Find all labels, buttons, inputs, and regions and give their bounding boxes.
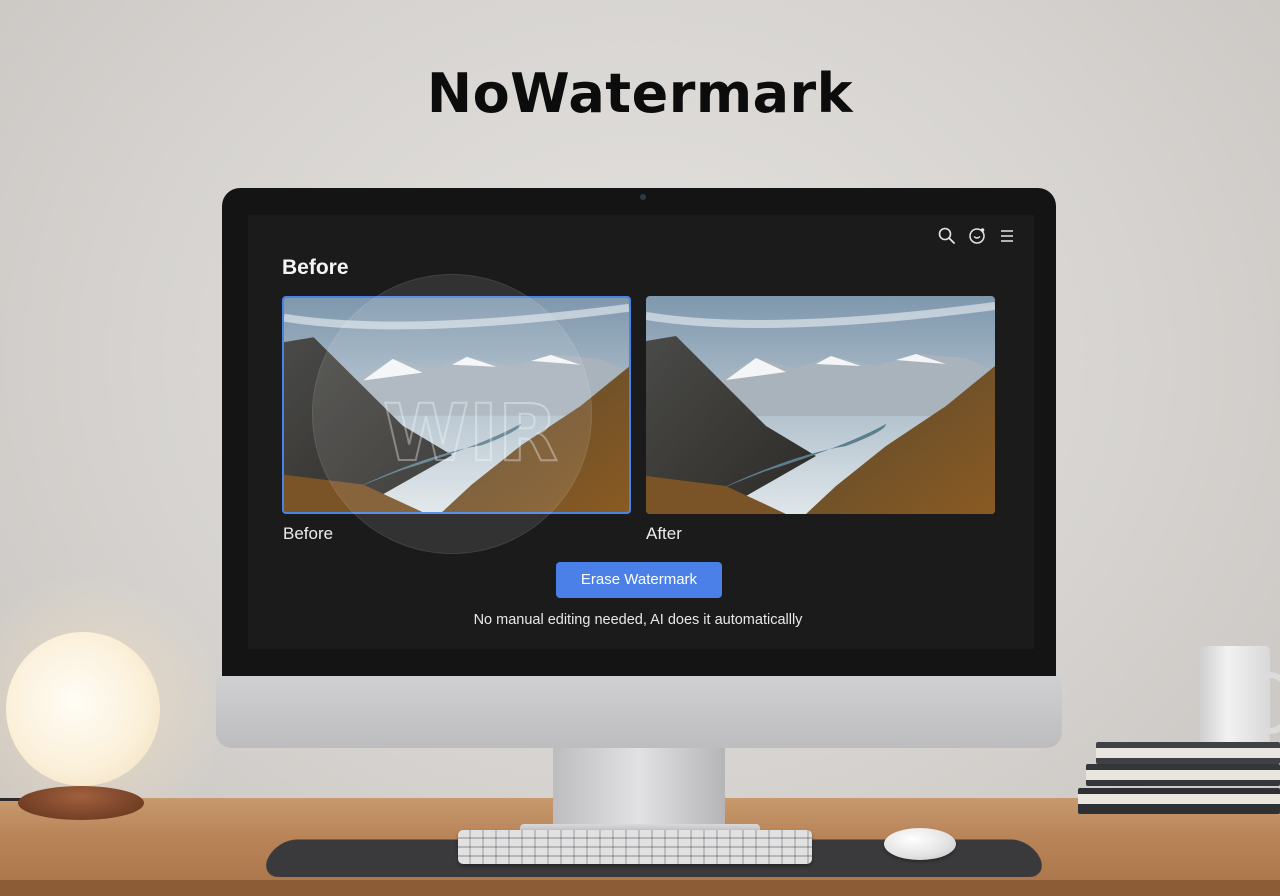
mug bbox=[1200, 646, 1270, 750]
camera-icon bbox=[640, 194, 646, 200]
search-icon[interactable] bbox=[937, 226, 957, 246]
menu-icon[interactable] bbox=[997, 226, 1017, 246]
keyboard bbox=[458, 830, 812, 864]
lamp-base bbox=[18, 786, 144, 820]
after-caption: After bbox=[646, 524, 682, 543]
svg-text:WIR: WIR bbox=[383, 389, 558, 479]
after-image[interactable] bbox=[646, 296, 995, 514]
erase-watermark-button[interactable]: Erase Watermark bbox=[556, 562, 722, 598]
book-middle bbox=[1086, 764, 1280, 786]
monitor-stand bbox=[553, 748, 725, 830]
history-icon[interactable] bbox=[967, 226, 987, 246]
watermark-magnifier: WIR bbox=[312, 274, 592, 554]
headline: NoWatermark bbox=[426, 62, 854, 125]
book-bottom bbox=[1078, 788, 1280, 814]
desk-edge bbox=[0, 880, 1280, 896]
monitor-chin bbox=[216, 676, 1062, 748]
before-caption: Before bbox=[283, 524, 334, 543]
info-note: No manual editing needed, AI does it aut… bbox=[473, 612, 803, 628]
book-top bbox=[1096, 742, 1280, 764]
lamp bbox=[6, 632, 160, 786]
mouse bbox=[884, 828, 956, 860]
mug-handle bbox=[1262, 672, 1280, 734]
